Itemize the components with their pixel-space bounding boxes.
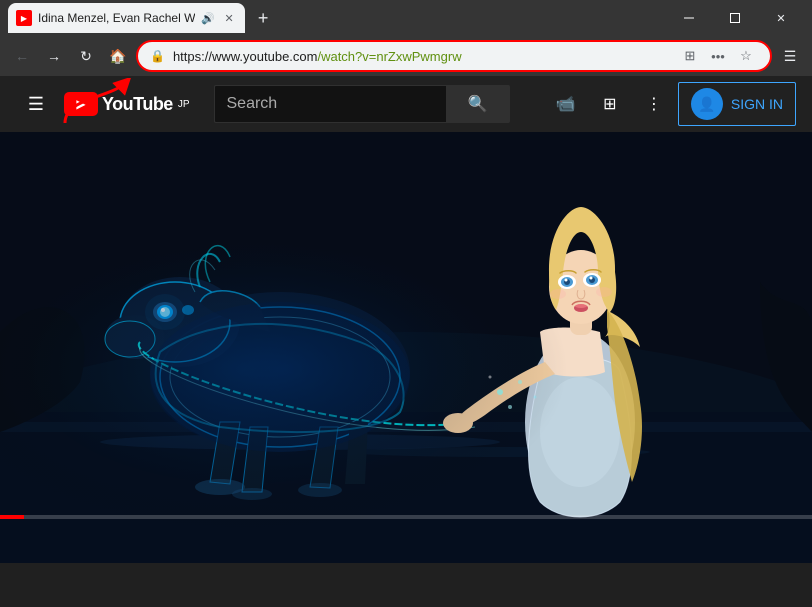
address-bar-row: ← → ↻ 🏠 🔒 https://www.youtube.com/watch?… [0, 36, 812, 76]
url-path: /watch?v=nrZxwPwmgrw [317, 49, 461, 64]
video-camera-icon: 📹 [556, 94, 576, 114]
sign-in-button[interactable]: 👤 SIGN IN [678, 82, 796, 126]
more-button[interactable]: ⋮ [634, 84, 674, 124]
address-bar[interactable]: 🔒 https://www.youtube.com/watch?v=nrZxwP… [136, 40, 772, 72]
progress-bar[interactable] [0, 515, 812, 519]
search-icon: 🔍 [468, 94, 488, 114]
youtube-logo[interactable]: YouTube JP [64, 92, 190, 116]
menu-button[interactable]: ☰ [16, 84, 56, 124]
youtube-header: ☰ YouTube JP 🔍 📹 ⊞ ⋮ 👤 SIGN IN [0, 76, 812, 132]
youtube-logo-icon [64, 92, 98, 116]
header-icons: 📹 ⊞ ⋮ 👤 SIGN IN [546, 82, 796, 126]
reload-button[interactable]: ↻ [72, 42, 100, 70]
youtube-logo-text: YouTube [102, 94, 173, 115]
new-tab-button[interactable]: + [249, 4, 277, 32]
more-options-icon[interactable]: ••• [706, 44, 730, 68]
active-tab[interactable]: Idina Menzel, Evan Rachel W 🔊 ✕ [8, 3, 245, 33]
address-bar-icons: ⊞ ••• ☆ [678, 44, 758, 68]
tab-audio-icon: 🔊 [201, 12, 215, 25]
sign-in-label: SIGN IN [731, 96, 783, 112]
window-controls: ✕ [666, 0, 804, 36]
search-container: 🔍 [214, 85, 510, 123]
security-icon: 🔒 [150, 49, 165, 63]
browser-chrome: Idina Menzel, Evan Rachel W 🔊 ✕ + ✕ ← → … [0, 0, 812, 76]
tab-favicon [16, 10, 32, 26]
extensions-button[interactable]: ☰ [776, 42, 804, 70]
tab-bar: Idina Menzel, Evan Rachel W 🔊 ✕ + ✕ [0, 0, 812, 36]
minimize-button[interactable] [666, 0, 712, 36]
back-button[interactable]: ← [8, 42, 36, 70]
search-input[interactable] [214, 85, 446, 123]
close-button[interactable]: ✕ [758, 0, 804, 36]
forward-button[interactable]: → [40, 42, 68, 70]
bookmark-icon[interactable]: ☆ [734, 44, 758, 68]
maximize-button[interactable] [712, 0, 758, 36]
create-video-button[interactable]: 📹 [546, 84, 586, 124]
url-display: https://www.youtube.com/watch?v=nrZxwPwm… [173, 49, 670, 64]
apps-icon: ⊞ [603, 94, 616, 114]
search-button[interactable]: 🔍 [446, 85, 510, 123]
home-button[interactable]: 🏠 [104, 42, 132, 70]
user-avatar: 👤 [691, 88, 723, 120]
apps-button[interactable]: ⊞ [590, 84, 630, 124]
progress-bar-fill [0, 515, 24, 519]
hamburger-icon: ☰ [28, 94, 44, 115]
more-vertical-icon: ⋮ [646, 94, 662, 114]
video-container: 0:08 / 4:39 [0, 132, 812, 563]
tab-close-button[interactable]: ✕ [221, 10, 237, 26]
tab-title: Idina Menzel, Evan Rachel W [38, 11, 195, 25]
url-base: https://www.youtube.com [173, 49, 318, 64]
video-frame [0, 132, 812, 563]
qr-code-icon[interactable]: ⊞ [678, 44, 702, 68]
youtube-logo-sup: JP [178, 99, 190, 110]
